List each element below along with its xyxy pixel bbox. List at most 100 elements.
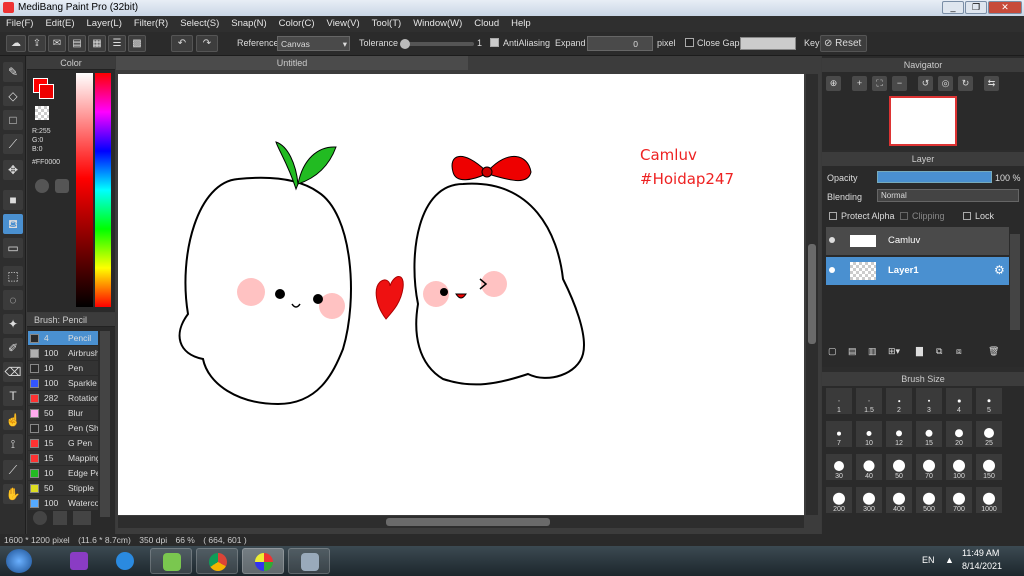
duplicate-layer-icon[interactable]: ⧉ (936, 346, 942, 357)
zoom-in-icon[interactable]: + (852, 76, 867, 91)
dot-tool-icon[interactable]: □ (3, 110, 23, 130)
language-indicator[interactable]: EN (922, 555, 935, 565)
select-pen-tool-icon[interactable]: ✐ (3, 338, 23, 358)
divide-tool-icon[interactable]: ⟋ (3, 460, 23, 480)
fill-rect-tool-icon[interactable]: ■ (3, 190, 23, 210)
hue-bar[interactable] (95, 73, 111, 307)
minimize-button[interactable]: _ (942, 1, 964, 14)
brush-size-cell[interactable]: 1.5 (856, 388, 882, 414)
clipping-checkbox[interactable] (900, 212, 908, 220)
color-settings-icon[interactable] (55, 179, 69, 193)
menu-color[interactable]: Color(C) (273, 16, 321, 32)
brush-item[interactable]: 4 Pencil (28, 331, 98, 345)
folder-icon[interactable]: ▇ (916, 346, 923, 357)
text-tool-icon[interactable]: T (3, 386, 23, 406)
chrome-taskbar-icon[interactable] (196, 548, 238, 574)
merge-layer-icon[interactable]: ⧈ (956, 346, 962, 357)
internet-explorer-taskbar-icon[interactable] (104, 548, 146, 574)
horizontal-scroll-thumb[interactable] (386, 518, 550, 526)
menu-filter[interactable]: Filter(R) (128, 16, 174, 32)
bucket-tool-icon[interactable]: ⛾ (3, 214, 23, 234)
tray-arrow-icon[interactable]: ▲ (945, 555, 954, 565)
document-tab[interactable]: Untitled (116, 56, 468, 70)
new-brush-icon[interactable] (53, 511, 67, 525)
magic-wand-tool-icon[interactable]: ✦ (3, 314, 23, 334)
delete-layer-icon[interactable]: 🗑 (988, 346, 999, 357)
hand-tool-icon[interactable]: ✋ (3, 484, 23, 504)
reference-dropdown[interactable]: Canvas ▾ (277, 36, 350, 51)
add-layer-menu-icon[interactable]: ⊞▾ (888, 346, 900, 357)
brush-item[interactable]: 15 G Pen (28, 436, 98, 450)
cloud-icon[interactable]: ☁ (6, 35, 26, 52)
brush-size-cell[interactable]: 1000 (976, 487, 1002, 513)
brush-size-cell[interactable]: 100 (946, 454, 972, 480)
transparent-swatch[interactable] (35, 106, 49, 120)
brush-size-cell[interactable]: 3 (916, 388, 942, 414)
redo-icon[interactable]: ↷ (196, 35, 218, 52)
saturation-bar[interactable] (76, 73, 93, 307)
brush-menu-icon[interactable] (73, 511, 91, 525)
select-rect-tool-icon[interactable]: ⬚ (3, 266, 23, 286)
secondary-color-swatch[interactable] (39, 84, 54, 99)
zoom-out-icon[interactable]: − (892, 76, 907, 91)
canvas[interactable]: Camluv #Hoidap247 (118, 74, 804, 515)
zoom-actual-icon[interactable]: ⛶ (872, 76, 887, 91)
comment-icon[interactable]: ✉ (48, 35, 66, 52)
menu-help[interactable]: Help (505, 16, 537, 32)
menu-layer[interactable]: Layer(L) (81, 16, 128, 32)
brush-item[interactable]: 100 Sparkle (28, 376, 98, 390)
brush-size-cell[interactable]: 25 (976, 421, 1002, 447)
brush-item[interactable]: 10 Edge Pen (28, 466, 98, 480)
brush-size-cell[interactable]: 30 (826, 454, 852, 480)
menu-view[interactable]: View(V) (321, 16, 366, 32)
menu-edit[interactable]: Edit(E) (39, 16, 80, 32)
brush-item[interactable]: 10 Pen (28, 361, 98, 375)
menu-select[interactable]: Select(S) (174, 16, 225, 32)
undo-icon[interactable]: ↶ (171, 35, 193, 52)
brush-size-cell[interactable]: 700 (946, 487, 972, 513)
brush-size-cell[interactable]: 300 (856, 487, 882, 513)
operation-tool-icon[interactable]: ☝ (3, 410, 23, 430)
brush-item[interactable]: 282 Rotation (28, 391, 98, 405)
brush-size-cell[interactable]: 20 (946, 421, 972, 447)
brush-item[interactable]: 15 Mapping (28, 451, 98, 465)
visibility-icon[interactable] (829, 267, 835, 273)
brush-item[interactable]: 100 Watercolor (28, 496, 98, 510)
vertical-scroll-thumb[interactable] (808, 244, 816, 344)
brush-size-cell[interactable]: 2 (886, 388, 912, 414)
menu-file[interactable]: File(F) (0, 16, 39, 32)
brush-size-cell[interactable]: 500 (916, 487, 942, 513)
grid-icon[interactable]: ▩ (128, 35, 146, 52)
vertical-scrollbar[interactable] (806, 74, 818, 515)
new-layer-icon[interactable]: ▢ (828, 346, 837, 357)
protect-alpha-checkbox[interactable] (829, 212, 837, 220)
brush-size-cell[interactable]: 10 (856, 421, 882, 447)
menu-window[interactable]: Window(W) (407, 16, 468, 32)
antialiasing-checkbox[interactable] (490, 38, 499, 47)
brush-size-cell[interactable]: 70 (916, 454, 942, 480)
lock-checkbox[interactable] (963, 212, 971, 220)
brush-size-cell[interactable]: 15 (916, 421, 942, 447)
close-button[interactable]: ✕ (988, 1, 1022, 14)
select-eraser-tool-icon[interactable]: ⌫ (3, 362, 23, 382)
brush-item[interactable]: 50 Blur (28, 406, 98, 420)
clock-date[interactable]: 8/14/2021 (962, 561, 1002, 571)
expand-input[interactable]: 0 (587, 36, 653, 51)
brush-size-cell[interactable]: 4 (946, 388, 972, 414)
close-gaps-slider[interactable] (740, 37, 796, 50)
start-button[interactable] (6, 549, 32, 573)
chat-icon[interactable]: ▤ (68, 35, 86, 52)
tolerance-slider-handle[interactable] (400, 39, 410, 49)
brush-list-scrollbar[interactable] (100, 331, 110, 517)
gradient-tool-icon[interactable]: ▭ (3, 238, 23, 258)
brush-item[interactable]: 50 Stipple (28, 481, 98, 495)
close-gaps-checkbox[interactable] (685, 38, 694, 47)
brush-item[interactable]: 100 Airbrush (28, 346, 98, 360)
lasso-tool-icon[interactable]: ◌ (3, 290, 23, 310)
brush-size-cell[interactable]: 12 (886, 421, 912, 447)
menu-tool[interactable]: Tool(T) (366, 16, 408, 32)
brush-size-cell[interactable]: 150 (976, 454, 1002, 480)
rotate-reset-icon[interactable]: ◎ (938, 76, 953, 91)
navigator-preview[interactable] (889, 96, 957, 146)
blending-dropdown[interactable]: Normal (877, 189, 1019, 202)
